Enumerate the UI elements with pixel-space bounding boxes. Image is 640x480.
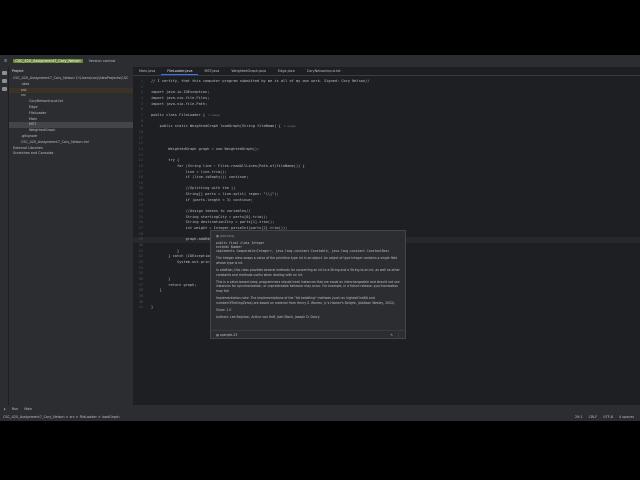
bottom-bar: ▸ Run Main CSC_420_Assignment7_Cory_Nels… <box>0 405 640 421</box>
doc-jdk[interactable]: openjdk-23 <box>220 333 237 337</box>
ide-window: ☰ CSC_420_Assignment7_Cory_Nelson Versio… <box>0 55 640 421</box>
editor-tabs: Main.java FileLoader.java MST.java Weighted… <box>133 67 640 76</box>
edit-source-icon[interactable]: ✎ <box>390 333 393 337</box>
doc-paragraph: Implementation note: The implementations… <box>216 296 396 305</box>
doc-package[interactable]: java.lang <box>220 234 234 238</box>
code-text[interactable]: public static WeightedGraph loadGraph(St… <box>151 124 281 130</box>
tree-item[interactable]: Scratches and Consoles <box>9 151 133 157</box>
left-toolbar <box>0 67 9 405</box>
status-bar: CSC_420_Assignment7_Cory_Nelson > src > … <box>0 413 640 421</box>
structure-tool-icon[interactable] <box>2 79 7 83</box>
tree-item[interactable]: CSC_420_Assignment7_Cory_Nelson C:\Users… <box>9 76 133 82</box>
editor-tab[interactable]: MST.java <box>198 67 225 75</box>
run-config-tab[interactable]: Main <box>24 407 32 411</box>
doc-since: Since: 1.0 <box>216 308 232 313</box>
doc-paragraph: This is a value-based class; programmers… <box>216 280 400 293</box>
run-tab[interactable]: Run <box>12 407 19 411</box>
doc-implements: implements Comparable<Integer>, java.lan… <box>216 249 390 254</box>
editor-tab[interactable]: Edge.java <box>272 67 301 75</box>
editor-tab[interactable]: WeightedGraph.java <box>225 67 272 75</box>
code-text[interactable]: // I certify, that this computer program… <box>151 79 370 85</box>
project-panel: Project CSC_420_Assignment7_Cory_Nelson … <box>9 67 133 405</box>
line-number[interactable]: 41 <box>133 305 143 311</box>
project-panel-title[interactable]: Project <box>9 67 133 76</box>
title-bar: ☰ CSC_420_Assignment7_Cory_Nelson Versio… <box>0 55 640 67</box>
editor-tab[interactable]: Main.java <box>133 67 161 75</box>
editor-tab[interactable]: FileLoader.java <box>161 67 199 75</box>
code-text[interactable]: System.out.println( <box>151 260 218 266</box>
line-separator[interactable]: CRLF <box>589 415 598 419</box>
run-toolbar: ▸ Run Main <box>0 405 640 413</box>
run-icon[interactable]: ▸ <box>4 407 6 411</box>
code-text[interactable]: } <box>151 288 162 294</box>
project-tool-icon[interactable] <box>2 71 7 75</box>
code-text[interactable]: if (line.isEmpty()) continue; <box>151 175 249 181</box>
more-tools-icon[interactable] <box>2 87 7 91</box>
project-tree: CSC_420_Assignment7_Cory_Nelson C:\Users… <box>9 76 133 157</box>
code-text[interactable]: WeightedGraph graph = new WeightedGraph(… <box>151 147 259 153</box>
cursor-position[interactable]: 29:1 <box>575 415 583 419</box>
breadcrumb[interactable]: CSC_420_Assignment7_Cory_Nelson > src > … <box>3 415 120 419</box>
code-text[interactable]: if (parts.length < 3) continue; <box>151 198 253 204</box>
menu-icon[interactable]: ☰ <box>4 59 7 63</box>
documentation-popup: ▣ java.lang public final class Integer e… <box>210 230 406 339</box>
indent-setting[interactable]: 4 spaces <box>619 415 634 419</box>
doc-paragraph: The Integer class wraps a value of the p… <box>216 256 398 265</box>
editor-tab[interactable]: CoryNelsonInput.txt <box>301 67 347 75</box>
file-encoding[interactable]: UTF-8 <box>603 415 613 419</box>
vcs-selector[interactable]: Version control <box>89 59 116 63</box>
code-text[interactable]: import java.nio.file.Path; <box>151 102 207 108</box>
code-text[interactable]: public class FileLoader { <box>151 113 205 119</box>
more-options-icon[interactable]: ⋮ <box>397 333 400 337</box>
usage-hint[interactable]: 1 usage <box>284 124 296 130</box>
project-selector[interactable]: CSC_420_Assignment7_Cory_Nelson <box>13 59 83 63</box>
doc-paragraph: In addition, this class provides several… <box>216 268 400 277</box>
code-text[interactable]: } <box>151 305 153 311</box>
doc-authors: Authors: Lee Boynton, Arthur van Hoff, J… <box>216 315 320 320</box>
editor[interactable]: Main.java FileLoader.java MST.java Weighted… <box>133 67 640 405</box>
usage-hint[interactable]: 1 usage <box>208 113 220 119</box>
